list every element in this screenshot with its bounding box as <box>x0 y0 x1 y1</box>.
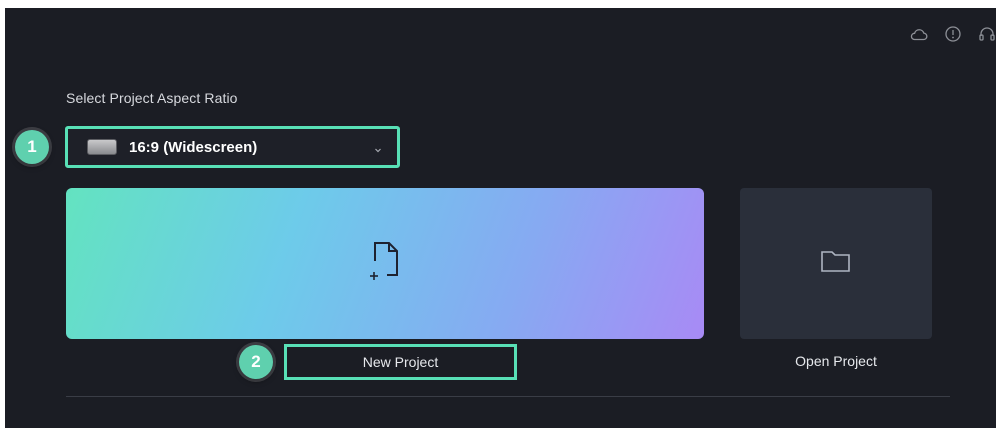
step-1-badge: 1 <box>15 130 49 164</box>
app-window: Select Project Aspect Ratio 16:9 (Widesc… <box>5 8 996 428</box>
cloud-icon[interactable] <box>910 25 928 43</box>
widescreen-ratio-icon <box>87 139 117 155</box>
open-project-card[interactable] <box>740 188 932 339</box>
new-project-card[interactable] <box>66 188 704 339</box>
topbar-icons <box>910 24 996 44</box>
info-icon[interactable] <box>944 25 962 43</box>
open-project-label[interactable]: Open Project <box>740 353 932 369</box>
aspect-ratio-value: 16:9 (Widescreen) <box>129 138 258 156</box>
chevron-down-icon <box>373 142 383 153</box>
aspect-ratio-title: Select Project Aspect Ratio <box>66 90 238 106</box>
new-file-icon <box>367 239 403 288</box>
new-project-label: New Project <box>362 354 439 370</box>
new-project-button[interactable]: New Project <box>284 344 517 380</box>
folder-icon <box>820 248 852 279</box>
aspect-ratio-dropdown[interactable]: 16:9 (Widescreen) <box>65 126 400 168</box>
headset-icon[interactable] <box>978 25 996 43</box>
step-2-badge: 2 <box>239 345 273 379</box>
section-divider <box>66 396 950 397</box>
